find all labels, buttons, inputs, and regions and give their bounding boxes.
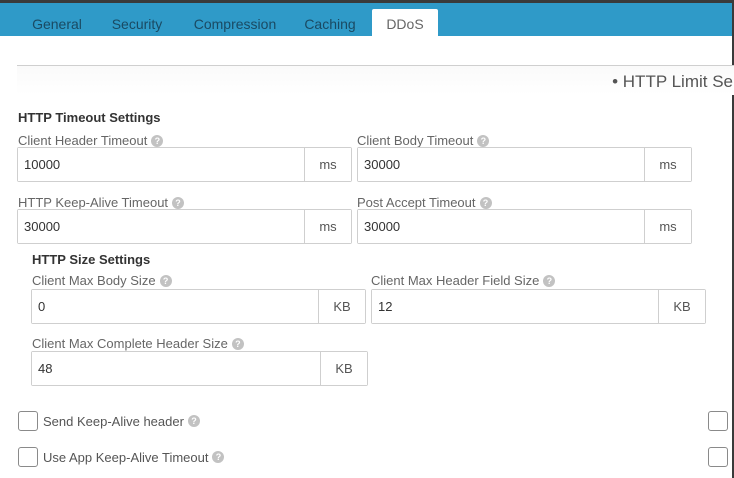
timeout-settings-title: HTTP Timeout Settings — [18, 110, 161, 125]
use-app-keep-alive-checkbox[interactable] — [18, 447, 38, 467]
max-complete-header-size-input[interactable] — [32, 352, 320, 385]
tab-security[interactable]: Security — [98, 9, 176, 39]
help-icon[interactable]: ? — [543, 275, 556, 287]
unit-addon: KB — [320, 352, 367, 385]
post-accept-timeout-field: ms — [357, 209, 692, 244]
unit-addon: ms — [304, 210, 351, 243]
help-icon[interactable]: ? — [477, 135, 490, 147]
unit-addon: ms — [644, 210, 691, 243]
checkbox[interactable] — [708, 411, 728, 431]
help-icon[interactable]: ? — [172, 197, 185, 209]
client-header-timeout-label: Client Header Timeout? — [18, 133, 164, 148]
max-body-size-input[interactable] — [32, 290, 318, 323]
help-icon[interactable]: ? — [159, 275, 172, 287]
right-column-checkbox-1[interactable] — [708, 411, 728, 431]
help-icon[interactable]: ? — [187, 415, 200, 427]
help-icon[interactable]: ? — [479, 197, 492, 209]
unit-addon: KB — [318, 290, 365, 323]
right-column-checkbox-2[interactable] — [708, 447, 728, 467]
max-body-size-field: KB — [31, 289, 366, 324]
client-body-timeout-field: ms — [357, 147, 692, 182]
max-header-field-size-field: KB — [371, 289, 706, 324]
client-body-timeout-label: Client Body Timeout? — [357, 133, 490, 148]
size-settings-title: HTTP Size Settings — [32, 252, 151, 267]
unit-addon: KB — [658, 290, 705, 323]
post-accept-timeout-input[interactable] — [358, 210, 644, 243]
help-icon[interactable]: ? — [212, 451, 225, 463]
keep-alive-timeout-field: ms — [17, 209, 352, 244]
max-complete-header-size-label: Client Max Complete Header Size? — [32, 336, 244, 351]
tab-bar: General Security Compression Caching DDo… — [0, 0, 734, 39]
client-header-timeout-text: Client Header Timeout — [18, 133, 148, 148]
keep-alive-timeout-input[interactable] — [18, 210, 304, 243]
unit-addon: ms — [304, 148, 351, 181]
tab-compression[interactable]: Compression — [180, 9, 290, 39]
max-header-field-size-label: Client Max Header Field Size? — [371, 273, 556, 288]
send-keep-alive-checkbox-row[interactable]: Send Keep-Alive header? — [18, 411, 200, 431]
tab-ddos[interactable]: DDoS — [372, 9, 438, 39]
tab-general[interactable]: General — [18, 9, 96, 39]
max-header-field-size-text: Client Max Header Field Size — [371, 273, 540, 288]
max-complete-header-size-field: KB — [31, 351, 368, 386]
tab-caching[interactable]: Caching — [296, 9, 364, 39]
checkbox[interactable] — [708, 447, 728, 467]
use-app-keep-alive-checkbox-row[interactable]: Use App Keep-Alive Timeout? — [18, 447, 225, 467]
max-header-field-size-input[interactable] — [372, 290, 658, 323]
keep-alive-timeout-label: HTTP Keep-Alive Timeout? — [18, 195, 185, 210]
post-accept-timeout-text: Post Accept Timeout — [357, 195, 476, 210]
client-body-timeout-text: Client Body Timeout — [357, 133, 474, 148]
client-body-timeout-input[interactable] — [358, 148, 644, 181]
send-keep-alive-checkbox[interactable] — [18, 411, 38, 431]
help-icon[interactable]: ? — [231, 338, 244, 350]
use-app-keep-alive-label: Use App Keep-Alive Timeout — [43, 449, 209, 465]
client-header-timeout-field: ms — [17, 147, 352, 182]
unit-addon: ms — [644, 148, 691, 181]
send-keep-alive-label: Send Keep-Alive header — [43, 413, 184, 429]
max-body-size-label: Client Max Body Size? — [32, 273, 172, 288]
help-icon[interactable]: ? — [151, 135, 164, 147]
section-header: • HTTP Limit Se — [17, 65, 734, 95]
client-header-timeout-input[interactable] — [18, 148, 304, 181]
post-accept-timeout-label: Post Accept Timeout? — [357, 195, 492, 210]
max-complete-header-size-text: Client Max Complete Header Size — [32, 336, 228, 351]
keep-alive-timeout-text: HTTP Keep-Alive Timeout — [18, 195, 169, 210]
max-body-size-text: Client Max Body Size — [32, 273, 156, 288]
section-title: • HTTP Limit Se — [612, 72, 733, 91]
